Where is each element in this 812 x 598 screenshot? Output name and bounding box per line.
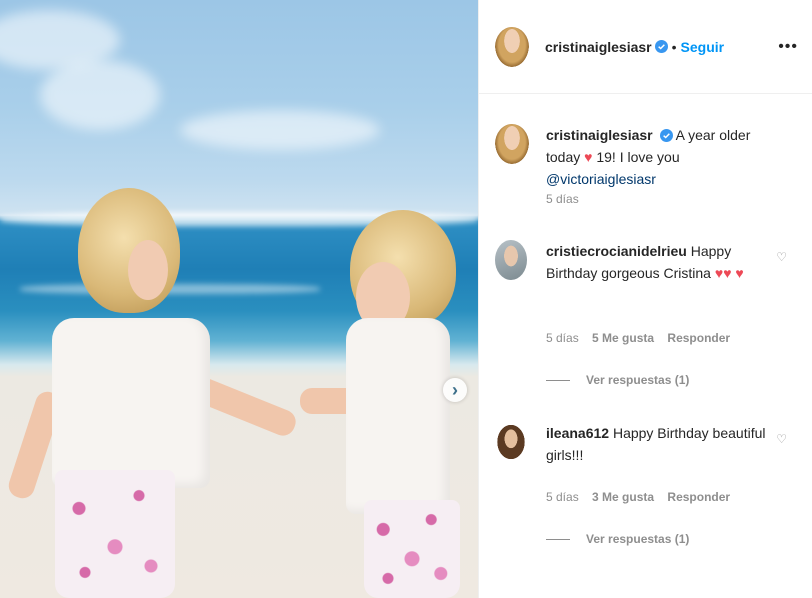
heart-emoji-icon: ♥♥: [714, 265, 732, 281]
like-comment-icon[interactable]: ♡: [776, 250, 787, 264]
post-header: cristinaiglesiasr • Seguir •••: [479, 0, 812, 94]
avatar[interactable]: [495, 422, 527, 462]
verified-badge-icon: [659, 129, 673, 142]
caption-username[interactable]: cristinaiglesiasr: [546, 127, 653, 143]
left-child-hair: [78, 188, 180, 313]
avatar[interactable]: [495, 26, 529, 67]
view-replies-button[interactable]: Ver respuestas (1): [546, 373, 689, 387]
follow-button[interactable]: Seguir: [681, 39, 725, 55]
cloud: [180, 110, 380, 150]
reply-button[interactable]: Responder: [667, 490, 730, 504]
right-child-pants: [364, 500, 460, 598]
like-count[interactable]: 3 Me gusta: [592, 490, 654, 504]
view-replies-button[interactable]: Ver respuestas (1): [546, 532, 689, 546]
left-child-pants: [55, 470, 175, 598]
more-options-icon[interactable]: •••: [778, 38, 798, 56]
timestamp[interactable]: 5 días: [546, 490, 579, 504]
reply-button[interactable]: Responder: [667, 331, 730, 345]
comment-meta: 5 días 3 Me gusta Responder: [546, 490, 740, 504]
avatar[interactable]: [495, 124, 529, 164]
timestamp[interactable]: 5 días: [546, 192, 579, 206]
post-photo: [0, 0, 478, 598]
comment-username[interactable]: cristiecrocianidelrieu: [546, 243, 687, 259]
view-replies-label: Ver respuestas (1): [586, 373, 690, 387]
comment-username[interactable]: ileana612: [546, 425, 609, 441]
mention-link[interactable]: @victoriaiglesiasr: [546, 171, 656, 187]
divider-line: [546, 538, 570, 540]
heart-emoji-icon: ♥: [584, 149, 593, 165]
divider-line: [546, 379, 570, 381]
next-photo-button[interactable]: ›: [443, 378, 467, 402]
caption-meta: 5 días: [546, 192, 589, 206]
right-child-shirt: [346, 318, 450, 514]
chevron-right-icon: ›: [452, 380, 458, 400]
view-replies-label: Ver respuestas (1): [586, 532, 690, 546]
separator-dot: •: [671, 38, 677, 55]
like-comment-icon[interactable]: ♡: [776, 432, 787, 446]
comment-meta: 5 días 5 Me gusta Responder: [546, 331, 740, 345]
cloud: [40, 60, 160, 130]
comment-body: cristiecrocianidelrieu Happy Birthday go…: [546, 240, 772, 284]
caption-body: cristinaiglesiasr A year older today ♥ 1…: [546, 124, 772, 190]
avatar[interactable]: [495, 240, 527, 280]
heart-emoji-icon: ♥: [735, 265, 744, 281]
like-count[interactable]: 5 Me gusta: [592, 331, 654, 345]
comments-panel: cristinaiglesiasr • Seguir ••• cristinai…: [478, 0, 812, 598]
author-username[interactable]: cristinaiglesiasr: [545, 39, 652, 55]
verified-badge-icon: [654, 40, 668, 53]
left-child-face: [128, 240, 168, 300]
caption-text-2: 19! I love you: [596, 149, 680, 165]
timestamp[interactable]: 5 días: [546, 331, 579, 345]
left-child-shirt: [52, 318, 210, 488]
comment-body: ileana612 Happy Birthday beautiful girls…: [546, 422, 772, 466]
